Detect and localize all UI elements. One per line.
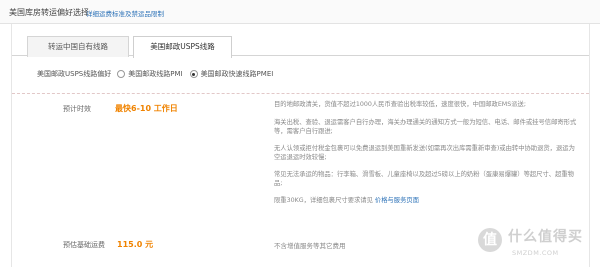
desc-weight-text: 限重30KG，详细包裹尺寸要求请见: [274, 197, 373, 204]
eta-label: 预计时效: [63, 105, 91, 113]
fee-label: 预估基础运费: [63, 241, 105, 249]
radio-pmi[interactable]: [117, 70, 126, 78]
option-pmei-label: 美国邮政快速线路PMEI: [200, 70, 274, 78]
option-pmei[interactable]: 美国邮政快速线路PMEI: [189, 69, 274, 79]
desc-return-line2: 空运退运时效较慢;: [274, 154, 327, 161]
section-divider: [12, 93, 589, 94]
radio-pmei[interactable]: [189, 70, 198, 78]
tab-usps-line[interactable]: 美国邮政USPS线路: [133, 36, 232, 58]
desc-prohibited-line1: 常见无法承运的物品：行李箱、滑雪板、儿童座椅以及超过5磅以上的奶粉（蛋康易爆罐）…: [274, 171, 574, 178]
desc-customs-line2: 等，需客户自行跟进;: [274, 128, 333, 135]
smzdm-logo-domain: SMZDM.COM: [512, 249, 559, 257]
usps-preference-row: 美国邮政USPS线路偏好 美国邮政线路PMI 美国邮政快速线路PMEI: [37, 68, 280, 80]
shipping-rules-link[interactable]: 详细运费标准及禁运品限制: [86, 8, 164, 18]
desc-prohibited-line2: 品;: [274, 180, 283, 187]
desc-return-line1: 无人认领或拒付税金包裹可以免费退运到美国重新发送(如需再次出库需重新审查)或由转…: [274, 145, 575, 152]
page-header: 美国库房转运偏好选择 详细运费标准及禁运品限制: [0, 0, 600, 24]
desc-weight-limit: 限重30KG，详细包裹尺寸要求请见 价格与服务页面: [274, 196, 594, 205]
fee-note: 不含增值服务等其它费用: [274, 242, 346, 250]
option-pmi[interactable]: 美国邮政线路PMI: [117, 69, 183, 79]
usps-preference-label: 美国邮政USPS线路偏好: [37, 70, 112, 78]
desc-clearance: 目的地邮政清关，货值不超过1000人民币查验出税率较低，速度很快，中国邮政EMS…: [274, 101, 526, 108]
smzdm-logo-text: 什么值得买: [508, 229, 583, 245]
smzdm-watermark: 值 什么值得买 SMZDM.COM: [478, 224, 594, 264]
smzdm-logo-icon: 值: [478, 228, 502, 252]
desc-return: 无人认领或拒付税金包裹可以免费退运到美国重新发送(如需再次出库需重新审查)或由转…: [274, 144, 594, 162]
desc-customs-line1: 海关出税、查验、退运需客户自行办理，海关办理通关的通知方式一般为短信、电话、邮件…: [274, 119, 577, 126]
tab-china-own-line[interactable]: 转运中国自有线路: [27, 36, 129, 57]
fee-value: 115.0 元: [117, 240, 154, 249]
option-pmi-label: 美国邮政线路PMI: [128, 70, 183, 78]
route-description: 目的地邮政清关，货值不超过1000人民币查验出税率较低，速度很快，中国邮政EMS…: [274, 100, 594, 214]
eta-value: 最快6-10 工作日: [115, 104, 178, 113]
desc-prohibited: 常见无法承运的物品：行李箱、滑雪板、儿童座椅以及超过5磅以上的奶粉（蛋康易爆罐）…: [274, 170, 594, 188]
desc-customs: 海关出税、查验、退运需客户自行办理，海关办理通关的通知方式一般为短信、电话、邮件…: [274, 118, 594, 136]
page-title: 美国库房转运偏好选择: [9, 8, 89, 17]
price-service-link[interactable]: 价格与服务页面: [375, 197, 419, 204]
